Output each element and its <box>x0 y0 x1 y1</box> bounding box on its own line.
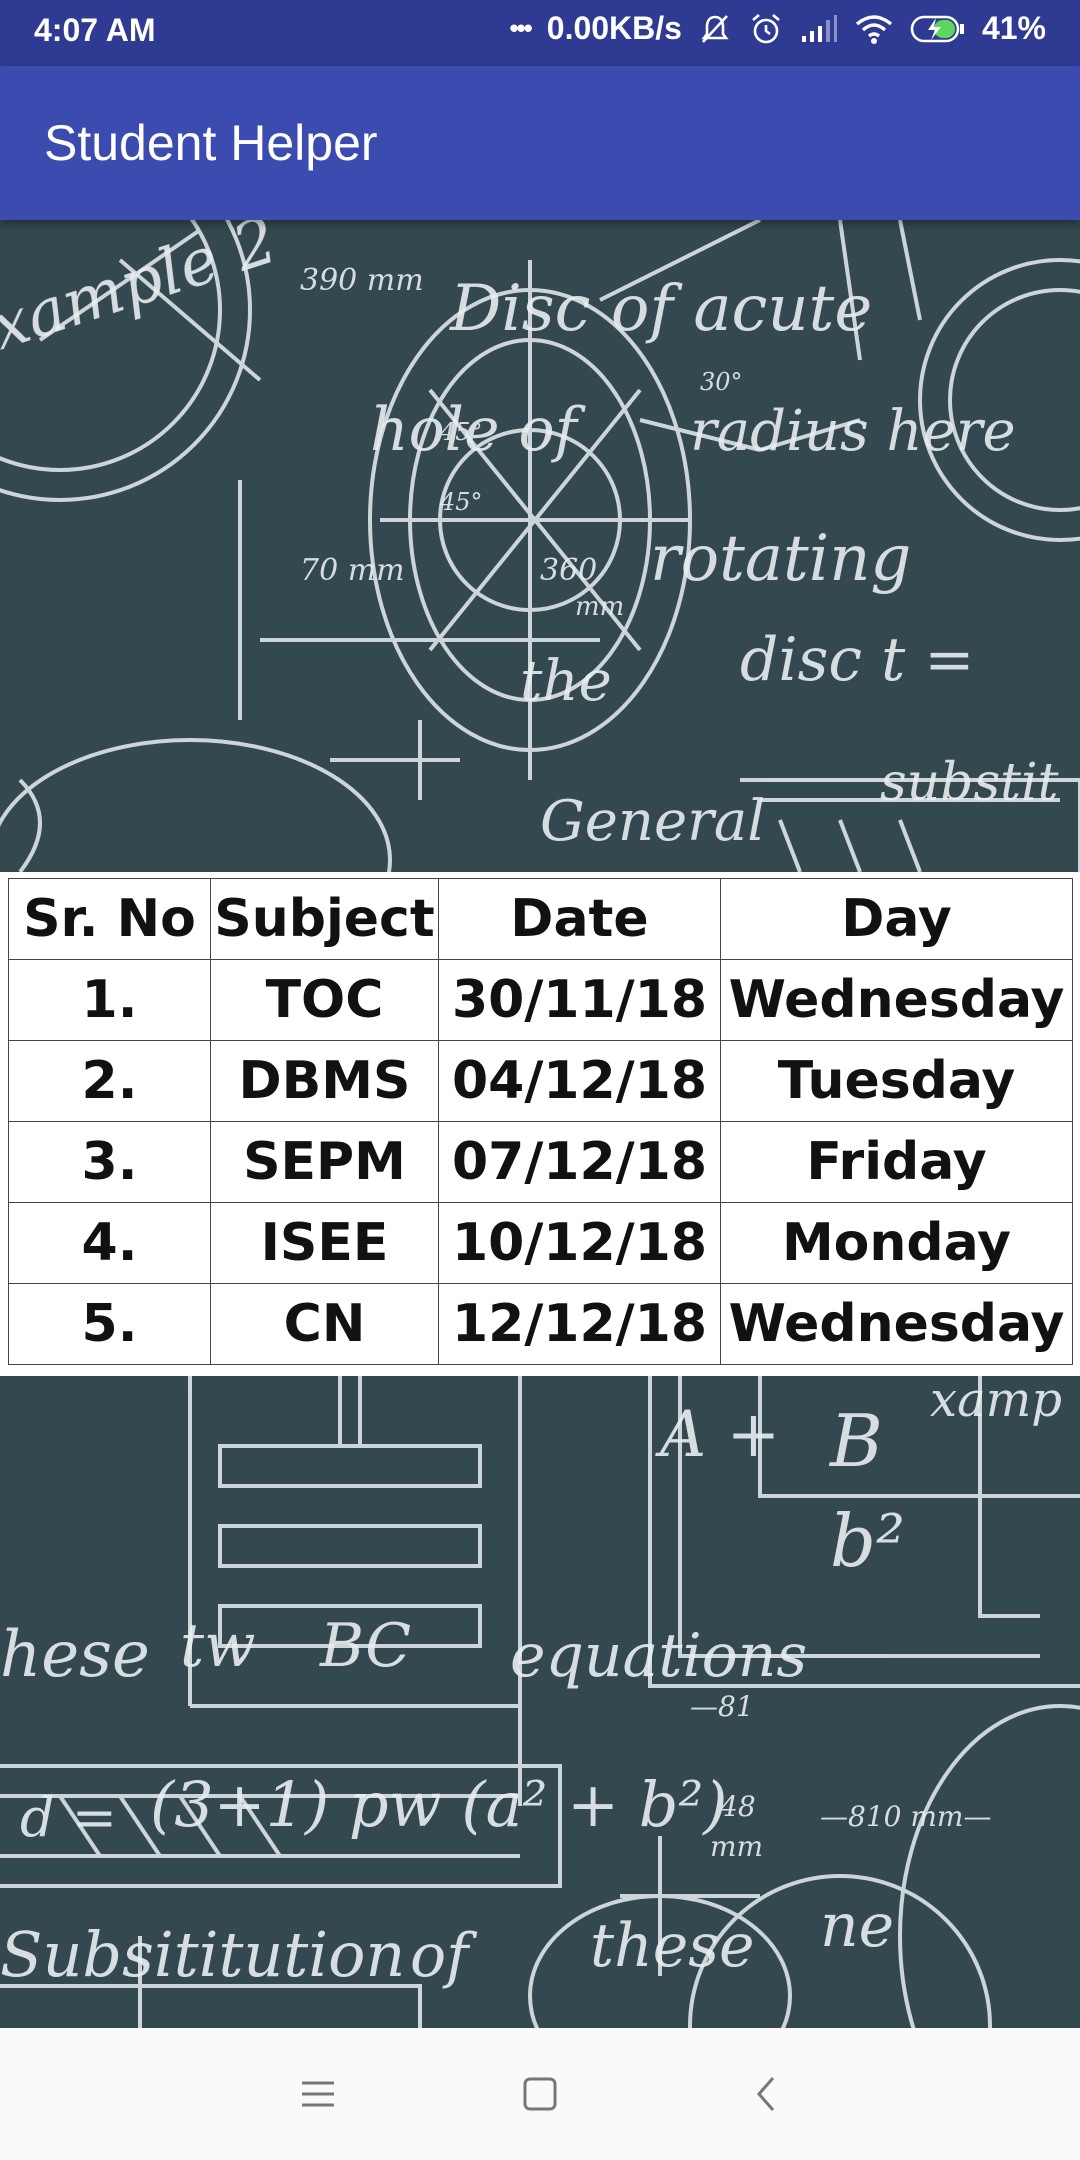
column-header-sr-no: Sr. No <box>8 878 211 960</box>
svg-text:Disc of acute: Disc of acute <box>449 272 872 346</box>
battery-charging-icon <box>910 14 966 44</box>
subject-cell: SEPM <box>210 1121 439 1203</box>
svg-text:360: 360 <box>540 553 597 588</box>
svg-text:d =: d = <box>20 1786 117 1849</box>
svg-text:390 mm: 390 mm <box>300 263 424 298</box>
svg-text:Subsititution: Subsititution <box>0 1918 405 1991</box>
table-row: 1. TOC 30/11/18 Wednesday <box>8 959 1073 1041</box>
svg-text:b²: b² <box>830 1499 905 1583</box>
svg-text:—81: —81 <box>690 1690 754 1723</box>
app-title: Student Helper <box>44 115 378 171</box>
date-cell: 30/11/18 <box>438 959 721 1041</box>
svg-text:48: 48 <box>719 1790 756 1823</box>
more-notifications-icon: ••• <box>509 13 532 43</box>
signal-icon <box>800 14 838 44</box>
svg-text:equations: equations <box>510 1621 807 1691</box>
date-cell: 04/12/18 <box>438 1040 721 1122</box>
exam-schedule-table: Sr. No Subject Date Day 1. TOC 30/11/18 … <box>8 878 1073 1365</box>
chalkboard-background-top: xample 2 390 mm Disc of acute hole of ra… <box>0 220 1080 872</box>
svg-text:rotating: rotating <box>650 522 911 596</box>
engineering-sketch-image: xample 2 390 mm Disc of acute hole of ra… <box>0 220 1080 872</box>
mute-icon <box>698 12 732 46</box>
sr-no-cell: 1. <box>8 959 211 1041</box>
table-row: 5. CN 12/12/18 Wednesday <box>8 1283 1073 1365</box>
wifi-icon <box>854 13 894 45</box>
sr-no-cell: 4. <box>8 1202 211 1284</box>
subject-cell: CN <box>210 1283 439 1365</box>
svg-text:tw: tw <box>180 1611 255 1681</box>
table-row: 3. SEPM 07/12/18 Friday <box>8 1121 1073 1203</box>
table-row: 4. ISEE 10/12/18 Monday <box>8 1202 1073 1284</box>
back-button[interactable] <box>738 2066 794 2122</box>
table-row: 2. DBMS 04/12/18 Tuesday <box>8 1040 1073 1122</box>
alarm-icon <box>748 11 784 47</box>
network-speed: 0.00KB/s <box>546 10 682 46</box>
subject-cell: DBMS <box>210 1040 439 1122</box>
date-cell: 10/12/18 <box>438 1202 721 1284</box>
sr-no-cell: 3. <box>8 1121 211 1203</box>
table-header-row: Sr. No Subject Date Day <box>8 878 1073 960</box>
exam-schedule-table-container: Sr. No Subject Date Day 1. TOC 30/11/18 … <box>0 872 1080 1376</box>
svg-text:the: the <box>520 649 612 714</box>
menu-button[interactable] <box>290 2066 346 2122</box>
svg-text:45°: 45° <box>439 488 483 516</box>
svg-text:A +: A + <box>655 1398 780 1472</box>
svg-text:—810 mm—: —810 mm— <box>820 1800 991 1833</box>
svg-text:these: these <box>590 1911 755 1981</box>
day-cell: Tuesday <box>720 1040 1073 1122</box>
day-cell: Monday <box>720 1202 1073 1284</box>
back-icon <box>757 2077 775 2111</box>
sr-no-cell: 5. <box>8 1283 211 1365</box>
svg-text:hese: hese <box>0 1618 150 1692</box>
engineering-sketch-image: hese tw BC equations d = (3+1) pw (a² + … <box>0 1376 1080 2028</box>
date-cell: 12/12/18 <box>438 1283 721 1365</box>
sr-no-cell: 2. <box>8 1040 211 1122</box>
svg-text:xamp: xamp <box>930 1376 1062 1428</box>
chalkboard-background-bottom: hese tw BC equations d = (3+1) pw (a² + … <box>0 1376 1080 2028</box>
date-cell: 07/12/18 <box>438 1121 721 1203</box>
status-icons: ••• 0.00KB/s 41% <box>509 10 1046 47</box>
menu-icon <box>302 2081 334 2107</box>
svg-text:ne: ne <box>820 1891 894 1961</box>
battery-percent: 41% <box>981 10 1046 46</box>
day-cell: Friday <box>720 1121 1073 1203</box>
svg-text:70 mm: 70 mm <box>300 553 405 588</box>
svg-text:of: of <box>410 1921 478 1991</box>
app-bar: Student Helper <box>0 66 1080 220</box>
status-bar: 4:07 AM ••• 0.00KB/s 41% <box>0 0 1080 66</box>
svg-text:30°: 30° <box>700 368 743 396</box>
navigation-bar <box>0 2028 1080 2160</box>
svg-text:B: B <box>828 1399 883 1483</box>
svg-text:xample 2: xample 2 <box>0 220 286 365</box>
svg-text:BC: BC <box>319 1611 411 1681</box>
status-time: 4:07 AM <box>34 12 156 48</box>
svg-text:mm: mm <box>575 592 624 622</box>
day-cell: Wednesday <box>720 1283 1073 1365</box>
svg-text:disc t =: disc t = <box>740 625 975 695</box>
svg-text:(3+1) pw (a² + b²): (3+1) pw (a² + b²) <box>150 1768 728 1841</box>
svg-text:mm: mm <box>710 1830 763 1863</box>
day-cell: Wednesday <box>720 959 1073 1041</box>
svg-text:substit: substit <box>880 753 1059 813</box>
home-button[interactable] <box>512 2066 568 2122</box>
subject-cell: ISEE <box>210 1202 439 1284</box>
column-header-day: Day <box>720 878 1073 960</box>
column-header-subject: Subject <box>210 878 439 960</box>
column-header-date: Date <box>438 878 721 960</box>
svg-text:General: General <box>540 789 765 854</box>
subject-cell: TOC <box>210 959 439 1041</box>
svg-text:radius here: radius here <box>690 399 1016 464</box>
svg-text:45°: 45° <box>439 418 483 446</box>
home-icon <box>523 2077 557 2111</box>
